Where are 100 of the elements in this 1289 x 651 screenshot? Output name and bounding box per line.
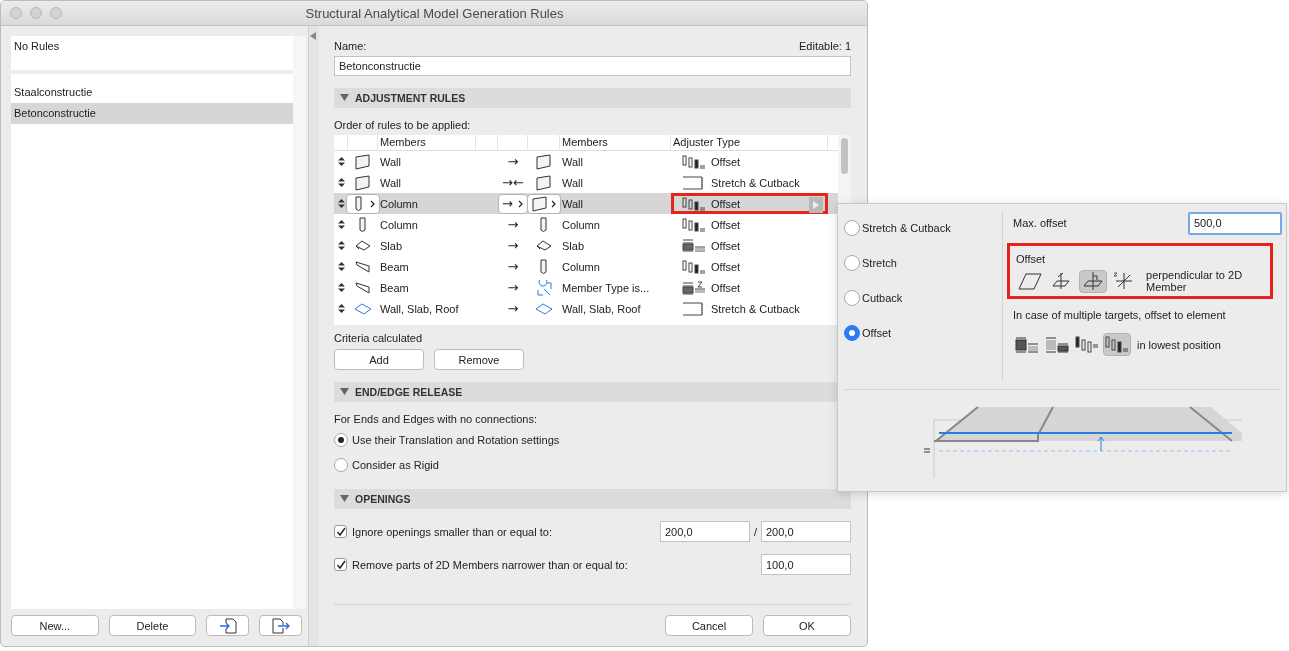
radio-button[interactable] bbox=[844, 254, 860, 271]
position-button[interactable] bbox=[1073, 333, 1101, 356]
section-header[interactable]: OPENINGS bbox=[334, 489, 851, 509]
adjuster-cell[interactable]: Offset bbox=[671, 151, 828, 172]
checkbox-label[interactable]: Remove parts of 2D Members narrower than or equal to: bbox=[352, 558, 761, 571]
adjuster-type-label: Offset bbox=[711, 155, 741, 168]
sidebar-button[interactable]: New... bbox=[11, 615, 99, 636]
position-label: in lowest position bbox=[1137, 338, 1222, 351]
column-header[interactable]: Members bbox=[560, 135, 671, 150]
direction-icon bbox=[1080, 271, 1105, 291]
connection-picker-button[interactable]: → bbox=[498, 193, 528, 214]
adjuster-type-label: Offset bbox=[711, 281, 741, 294]
table-cell-text: Column bbox=[561, 218, 601, 231]
radio-label[interactable]: Stretch & Cutback bbox=[862, 221, 951, 234]
sidebar-button[interactable]: Delete bbox=[108, 615, 197, 636]
adjuster-cell[interactable]: Stretch & Cutback bbox=[671, 172, 828, 193]
table-row[interactable]: Wall, Slab, Roof → Wall, Slab, Roof Stretch & Cutback bbox=[334, 298, 838, 319]
table-row[interactable]: Slab → Slab Offset bbox=[334, 235, 838, 256]
reorder-icon[interactable] bbox=[337, 283, 345, 292]
table-cell-text: Wall, Slab, Roof bbox=[561, 302, 642, 315]
table-cell-text: Wall bbox=[561, 176, 584, 189]
position-icon bbox=[1105, 334, 1129, 355]
scrollbar-thumb[interactable] bbox=[841, 138, 848, 174]
dialog-button[interactable]: Cancel bbox=[665, 615, 753, 636]
radio-button[interactable] bbox=[844, 289, 860, 306]
radio-label[interactable]: Use their Translation and Rotation settings bbox=[352, 433, 560, 446]
member-icon bbox=[354, 258, 372, 275]
disclosure-triangle-icon bbox=[340, 388, 349, 396]
adjuster-cell[interactable]: Offset bbox=[671, 193, 828, 214]
radio-label[interactable]: Offset bbox=[862, 326, 892, 339]
radio-label[interactable]: Consider as Rigid bbox=[352, 458, 439, 471]
reorder-icon[interactable] bbox=[337, 241, 345, 250]
member-icon bbox=[535, 279, 553, 296]
adjuster-cell[interactable]: Offset bbox=[671, 256, 828, 277]
radio-button[interactable] bbox=[844, 219, 860, 236]
reorder-icon[interactable] bbox=[337, 157, 345, 166]
import-button[interactable] bbox=[206, 615, 250, 636]
adjuster-cell[interactable]: Offset bbox=[671, 235, 828, 256]
direction-button[interactable] bbox=[1079, 269, 1107, 293]
multiple-targets-label: In case of multiple targets, offset to element bbox=[1013, 309, 1227, 321]
adjuster-type-label: Offset bbox=[711, 197, 741, 210]
table-cell-text: Slab bbox=[379, 239, 404, 252]
value-field[interactable]: 200,0 bbox=[660, 521, 750, 542]
reorder-icon[interactable] bbox=[337, 178, 345, 187]
rule-list-item[interactable]: Betonconstructie bbox=[11, 103, 293, 124]
max-offset-field[interactable]: 500,0 bbox=[1188, 211, 1282, 235]
checkbox[interactable] bbox=[334, 525, 347, 538]
reorder-icon[interactable] bbox=[337, 220, 345, 229]
table-row[interactable]: Beam → Member Type is... Offset bbox=[334, 277, 838, 298]
table-row[interactable]: Beam → Column Offset bbox=[334, 256, 838, 277]
member-icon bbox=[535, 153, 553, 170]
value-field[interactable]: 200,0 bbox=[761, 521, 851, 542]
table-cell-text: Wall bbox=[561, 197, 584, 210]
table-cell-text: Column bbox=[379, 197, 419, 210]
radio-button[interactable] bbox=[334, 432, 348, 447]
member-picker-button[interactable] bbox=[346, 193, 380, 214]
table-cell-text: Beam bbox=[379, 260, 410, 273]
max-offset-label: Max. offset bbox=[1013, 217, 1067, 229]
reorder-icon[interactable] bbox=[337, 262, 345, 271]
table-cell-text: Slab bbox=[561, 239, 586, 252]
editable-count: Editable: 1 bbox=[799, 40, 851, 54]
name-label: Name: bbox=[334, 40, 367, 54]
adjuster-type-icon bbox=[682, 259, 706, 274]
rule-button[interactable]: Add bbox=[334, 349, 424, 370]
adjuster-type-icon bbox=[682, 196, 706, 211]
adjuster-cell[interactable]: Stretch & Cutback bbox=[671, 298, 828, 319]
member-icon bbox=[354, 174, 372, 191]
column-header[interactable]: Members bbox=[378, 135, 476, 150]
member-picker-button[interactable] bbox=[527, 193, 561, 214]
table-row[interactable]: Column → Wall Offset bbox=[334, 193, 838, 214]
radio-button[interactable] bbox=[844, 324, 860, 341]
adjuster-type-icon bbox=[682, 280, 706, 295]
column-header[interactable]: Adjuster Type bbox=[671, 135, 828, 150]
table-cell-text: Beam bbox=[379, 281, 410, 294]
chevron-icon bbox=[517, 199, 524, 208]
adjuster-cell[interactable]: Offset bbox=[671, 277, 828, 298]
radio-label[interactable]: Stretch bbox=[862, 256, 897, 269]
section-header[interactable]: ADJUSTMENT RULES bbox=[334, 88, 851, 108]
radio-button[interactable] bbox=[334, 457, 348, 472]
window-title: Structural Analytical Model Generation Rules bbox=[305, 5, 564, 21]
adjuster-type-icon bbox=[682, 217, 706, 232]
table-row[interactable]: Wall →← Wall Stretch & Cutback bbox=[334, 172, 838, 193]
value-field[interactable]: 100,0 bbox=[761, 554, 851, 575]
checkbox[interactable] bbox=[334, 558, 347, 571]
rule-button[interactable]: Remove bbox=[434, 349, 524, 370]
export-button[interactable] bbox=[259, 615, 302, 636]
adjuster-cell[interactable]: Offset bbox=[671, 214, 828, 235]
position-button[interactable] bbox=[1103, 333, 1131, 356]
radio-label[interactable]: Cutback bbox=[862, 291, 903, 304]
connector-symbol: → bbox=[507, 217, 519, 232]
collapse-arrow-icon[interactable] bbox=[310, 32, 316, 40]
rule-list-item[interactable]: Staalconstructie bbox=[11, 82, 293, 103]
name-field[interactable]: Betonconstructie bbox=[334, 56, 851, 76]
dialog-button[interactable]: OK bbox=[763, 615, 851, 636]
order-label: Order of rules to be applied: bbox=[334, 119, 472, 133]
reorder-icon[interactable] bbox=[337, 304, 345, 313]
checkbox-label[interactable]: Ignore openings smaller than or equal to: bbox=[352, 525, 660, 538]
table-row[interactable]: Column → Column Offset bbox=[334, 214, 838, 235]
table-row[interactable]: Wall → Wall Offset bbox=[334, 151, 838, 172]
rule-list-item[interactable]: No Rules bbox=[11, 36, 293, 70]
